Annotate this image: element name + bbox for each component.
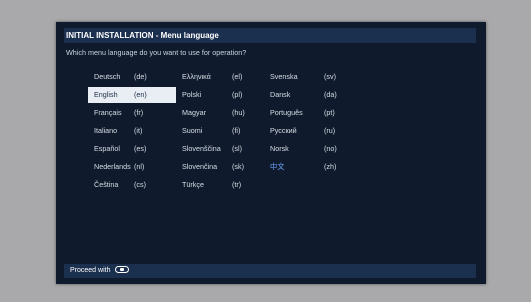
- language-option-es[interactable]: Español (es): [88, 141, 176, 157]
- language-code: (de): [134, 72, 147, 81]
- language-option-ru[interactable]: Русский (ru): [264, 123, 360, 139]
- language-option-hu[interactable]: Magyar (hu): [176, 105, 264, 121]
- language-option-it[interactable]: Italiano (it): [88, 123, 176, 139]
- language-option-sk[interactable]: Slovenčina (sk): [176, 159, 264, 175]
- footer-text: Proceed with: [70, 267, 111, 274]
- language-code: (zh): [324, 162, 337, 171]
- language-option-sl[interactable]: Slovenščina (sl): [176, 141, 264, 157]
- language-code: (it): [134, 126, 143, 135]
- language-code: (no): [324, 144, 337, 153]
- language-name: Čeština: [94, 180, 119, 189]
- language-option-el[interactable]: Ελληνικά (el): [176, 69, 264, 85]
- language-code: (sk): [232, 162, 244, 171]
- language-code: (es): [134, 144, 147, 153]
- language-code: (nl): [134, 162, 145, 171]
- language-code: (pl): [232, 90, 243, 99]
- language-option-nl[interactable]: Nederlands (nl): [88, 159, 176, 175]
- language-option-pl[interactable]: Polski (pl): [176, 87, 264, 103]
- language-option-tr[interactable]: Türkçe (tr): [176, 177, 264, 193]
- language-code: (pt): [324, 108, 335, 117]
- language-name: Svenska: [270, 72, 298, 81]
- tv-screen: INITIAL INSTALLATION - Menu language Whi…: [56, 22, 486, 284]
- language-name: English: [94, 90, 118, 99]
- language-name: Magyar: [182, 108, 206, 117]
- language-name: Italiano: [94, 126, 118, 135]
- page-title: INITIAL INSTALLATION - Menu language: [64, 28, 476, 43]
- language-code: (cs): [134, 180, 146, 189]
- language-name: Русский: [270, 126, 297, 135]
- language-option-en[interactable]: English (en): [88, 87, 176, 103]
- language-code: (sl): [232, 144, 242, 153]
- language-code: (en): [134, 90, 147, 99]
- language-name: Dansk: [270, 90, 291, 99]
- language-code: (ru): [324, 126, 336, 135]
- language-option-fi[interactable]: Suomi (fi): [176, 123, 264, 139]
- language-code: (fr): [134, 108, 144, 117]
- language-code: (hu): [232, 108, 245, 117]
- language-option-zh[interactable]: 中文 (zh): [264, 159, 360, 175]
- language-name: Norsk: [270, 144, 289, 153]
- language-code: (fi): [232, 126, 241, 135]
- language-option-pt[interactable]: Português (pt): [264, 105, 360, 121]
- language-name: Deutsch: [94, 72, 121, 81]
- language-option-no[interactable]: Norsk (no): [264, 141, 360, 157]
- language-name: 中文: [270, 162, 285, 171]
- language-code: (el): [232, 72, 243, 81]
- language-name: Nederlands: [94, 162, 131, 171]
- language-list: Deutsch (de) English (en) Français (fr) …: [88, 69, 408, 239]
- language-name: Português: [270, 108, 303, 117]
- language-code: (tr): [232, 180, 242, 189]
- language-code: (sv): [324, 72, 336, 81]
- language-option-cs[interactable]: Čeština (cs): [88, 177, 176, 193]
- language-name: Español: [94, 144, 120, 153]
- language-option-sv[interactable]: Svenska (sv): [264, 69, 360, 85]
- footer-bar: Proceed with: [64, 264, 476, 278]
- language-option-fr[interactable]: Français (fr): [88, 105, 176, 121]
- language-name: Suomi: [182, 126, 203, 135]
- language-code: (da): [324, 90, 337, 99]
- language-name: Français: [94, 108, 122, 117]
- language-name: Ελληνικά: [182, 72, 211, 81]
- language-name: Slovenčina: [182, 162, 218, 171]
- ok-button-icon: [115, 265, 130, 273]
- question-text: Which menu language do you want to use f…: [66, 48, 247, 57]
- language-name: Polski: [182, 90, 202, 99]
- language-option-da[interactable]: Dansk (da): [264, 87, 360, 103]
- language-option-de[interactable]: Deutsch (de): [88, 69, 176, 85]
- language-name: Türkçe: [182, 180, 204, 189]
- language-name: Slovenščina: [182, 144, 221, 153]
